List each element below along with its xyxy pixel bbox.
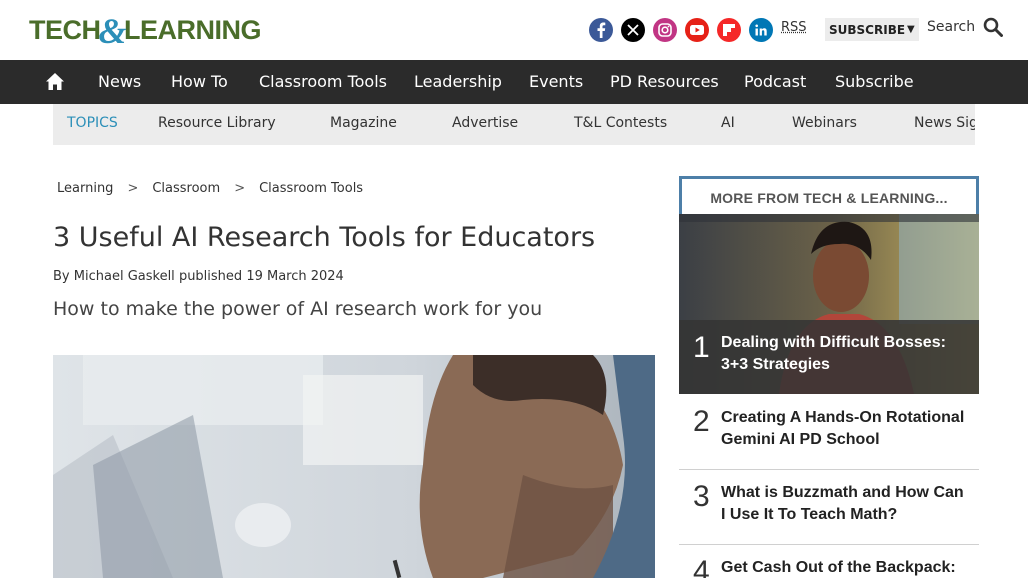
logo-ampersand: & — [99, 10, 127, 52]
hero-image — [53, 355, 655, 578]
topic-resource-library[interactable]: Resource Library — [158, 115, 276, 131]
nav-item-subscribe[interactable]: Subscribe — [835, 72, 914, 91]
topic-contests[interactable]: T&L Contests — [574, 115, 667, 131]
breadcrumb-classroom-tools[interactable]: Classroom Tools — [259, 181, 363, 196]
breadcrumb: Learning > Classroom > Classroom Tools — [57, 181, 363, 196]
byline-prefix: By — [53, 269, 70, 284]
breadcrumb-separator: > — [127, 181, 138, 196]
search-label: Search — [927, 19, 975, 35]
sidebar-feature-card[interactable]: 1 Dealing with Difficult Bosses: 3+3 Str… — [679, 214, 979, 394]
publish-date: 19 March 2024 — [246, 269, 344, 284]
topic-ai[interactable]: AI — [721, 115, 735, 131]
rank-number: 2 — [693, 405, 710, 439]
main-nav: News How To Classroom Tools Leadership E… — [0, 60, 1028, 104]
feature-caption: 1 Dealing with Difficult Bosses: 3+3 Str… — [679, 320, 979, 394]
topic-magazine[interactable]: Magazine — [330, 115, 397, 131]
article-title: 3 Useful AI Research Tools for Educators — [53, 222, 595, 253]
author-link[interactable]: Michael Gaskell — [74, 269, 175, 284]
more-from-sidebar: MORE FROM TECH & LEARNING... 1 Dealing w… — [679, 176, 979, 578]
search-icon — [983, 17, 1003, 37]
instagram-icon[interactable] — [653, 18, 677, 42]
home-icon[interactable] — [45, 72, 65, 96]
topics-label: TOPICS — [67, 115, 118, 131]
divider — [679, 469, 979, 470]
subscribe-dropdown[interactable]: SUBSCRIBE ▼ — [825, 18, 919, 41]
nav-item-podcast[interactable]: Podcast — [744, 72, 806, 91]
linkedin-icon[interactable] — [749, 18, 773, 42]
flipboard-icon[interactable] — [717, 18, 741, 42]
nav-item-news[interactable]: News — [98, 72, 141, 91]
nav-item-leadership[interactable]: Leadership — [414, 72, 502, 91]
sidebar-heading: MORE FROM TECH & LEARNING... — [682, 190, 976, 206]
rank-number: 1 — [693, 331, 710, 365]
subscribe-label: SUBSCRIBE — [829, 23, 905, 37]
site-header: TECH & LEARNING RSS SUBSCRIBE ▼ Search — [0, 0, 1028, 60]
breadcrumb-separator: > — [234, 181, 245, 196]
nav-item-classroom-tools[interactable]: Classroom Tools — [259, 72, 387, 91]
youtube-icon[interactable] — [685, 18, 709, 42]
rank-number: 3 — [693, 480, 710, 514]
rss-link[interactable]: RSS — [781, 20, 807, 35]
nav-item-events[interactable]: Events — [529, 72, 583, 91]
logo-text-learning: LEARNING — [124, 15, 261, 46]
sidebar-header-box: MORE FROM TECH & LEARNING... — [679, 176, 979, 216]
published-label: published — [179, 269, 242, 284]
sidebar-item-title[interactable]: Get Cash Out of the Backpack: — [721, 557, 971, 578]
sidebar-item-title[interactable]: What is Buzzmath and How Can I Use It To… — [721, 482, 971, 526]
topic-news-signup[interactable]: News Sig — [914, 115, 975, 131]
topic-webinars[interactable]: Webinars — [792, 115, 857, 131]
topic-advertise[interactable]: Advertise — [452, 115, 518, 131]
logo-text-tech: TECH — [29, 15, 101, 46]
breadcrumb-learning[interactable]: Learning — [57, 181, 113, 196]
article-strapline: How to make the power of AI research wor… — [53, 298, 542, 320]
site-logo[interactable]: TECH & LEARNING — [29, 14, 261, 46]
topics-bar: TOPICS Resource Library Magazine Adverti… — [53, 104, 975, 145]
byline: By Michael Gaskell published 19 March 20… — [53, 269, 344, 284]
x-icon[interactable] — [621, 18, 645, 42]
sidebar-item-title[interactable]: Dealing with Difficult Bosses: 3+3 Strat… — [721, 332, 971, 376]
divider — [679, 544, 979, 545]
nav-item-pd-resources[interactable]: PD Resources — [610, 72, 719, 91]
rank-number: 4 — [693, 555, 710, 578]
caret-down-icon: ▼ — [907, 24, 915, 35]
search-button[interactable]: Search — [927, 17, 1003, 37]
facebook-icon[interactable] — [589, 18, 613, 42]
social-links — [589, 18, 773, 42]
nav-item-how-to[interactable]: How To — [171, 72, 228, 91]
breadcrumb-classroom[interactable]: Classroom — [152, 181, 220, 196]
sidebar-item-title[interactable]: Creating A Hands-On Rotational Gemini AI… — [721, 407, 971, 451]
